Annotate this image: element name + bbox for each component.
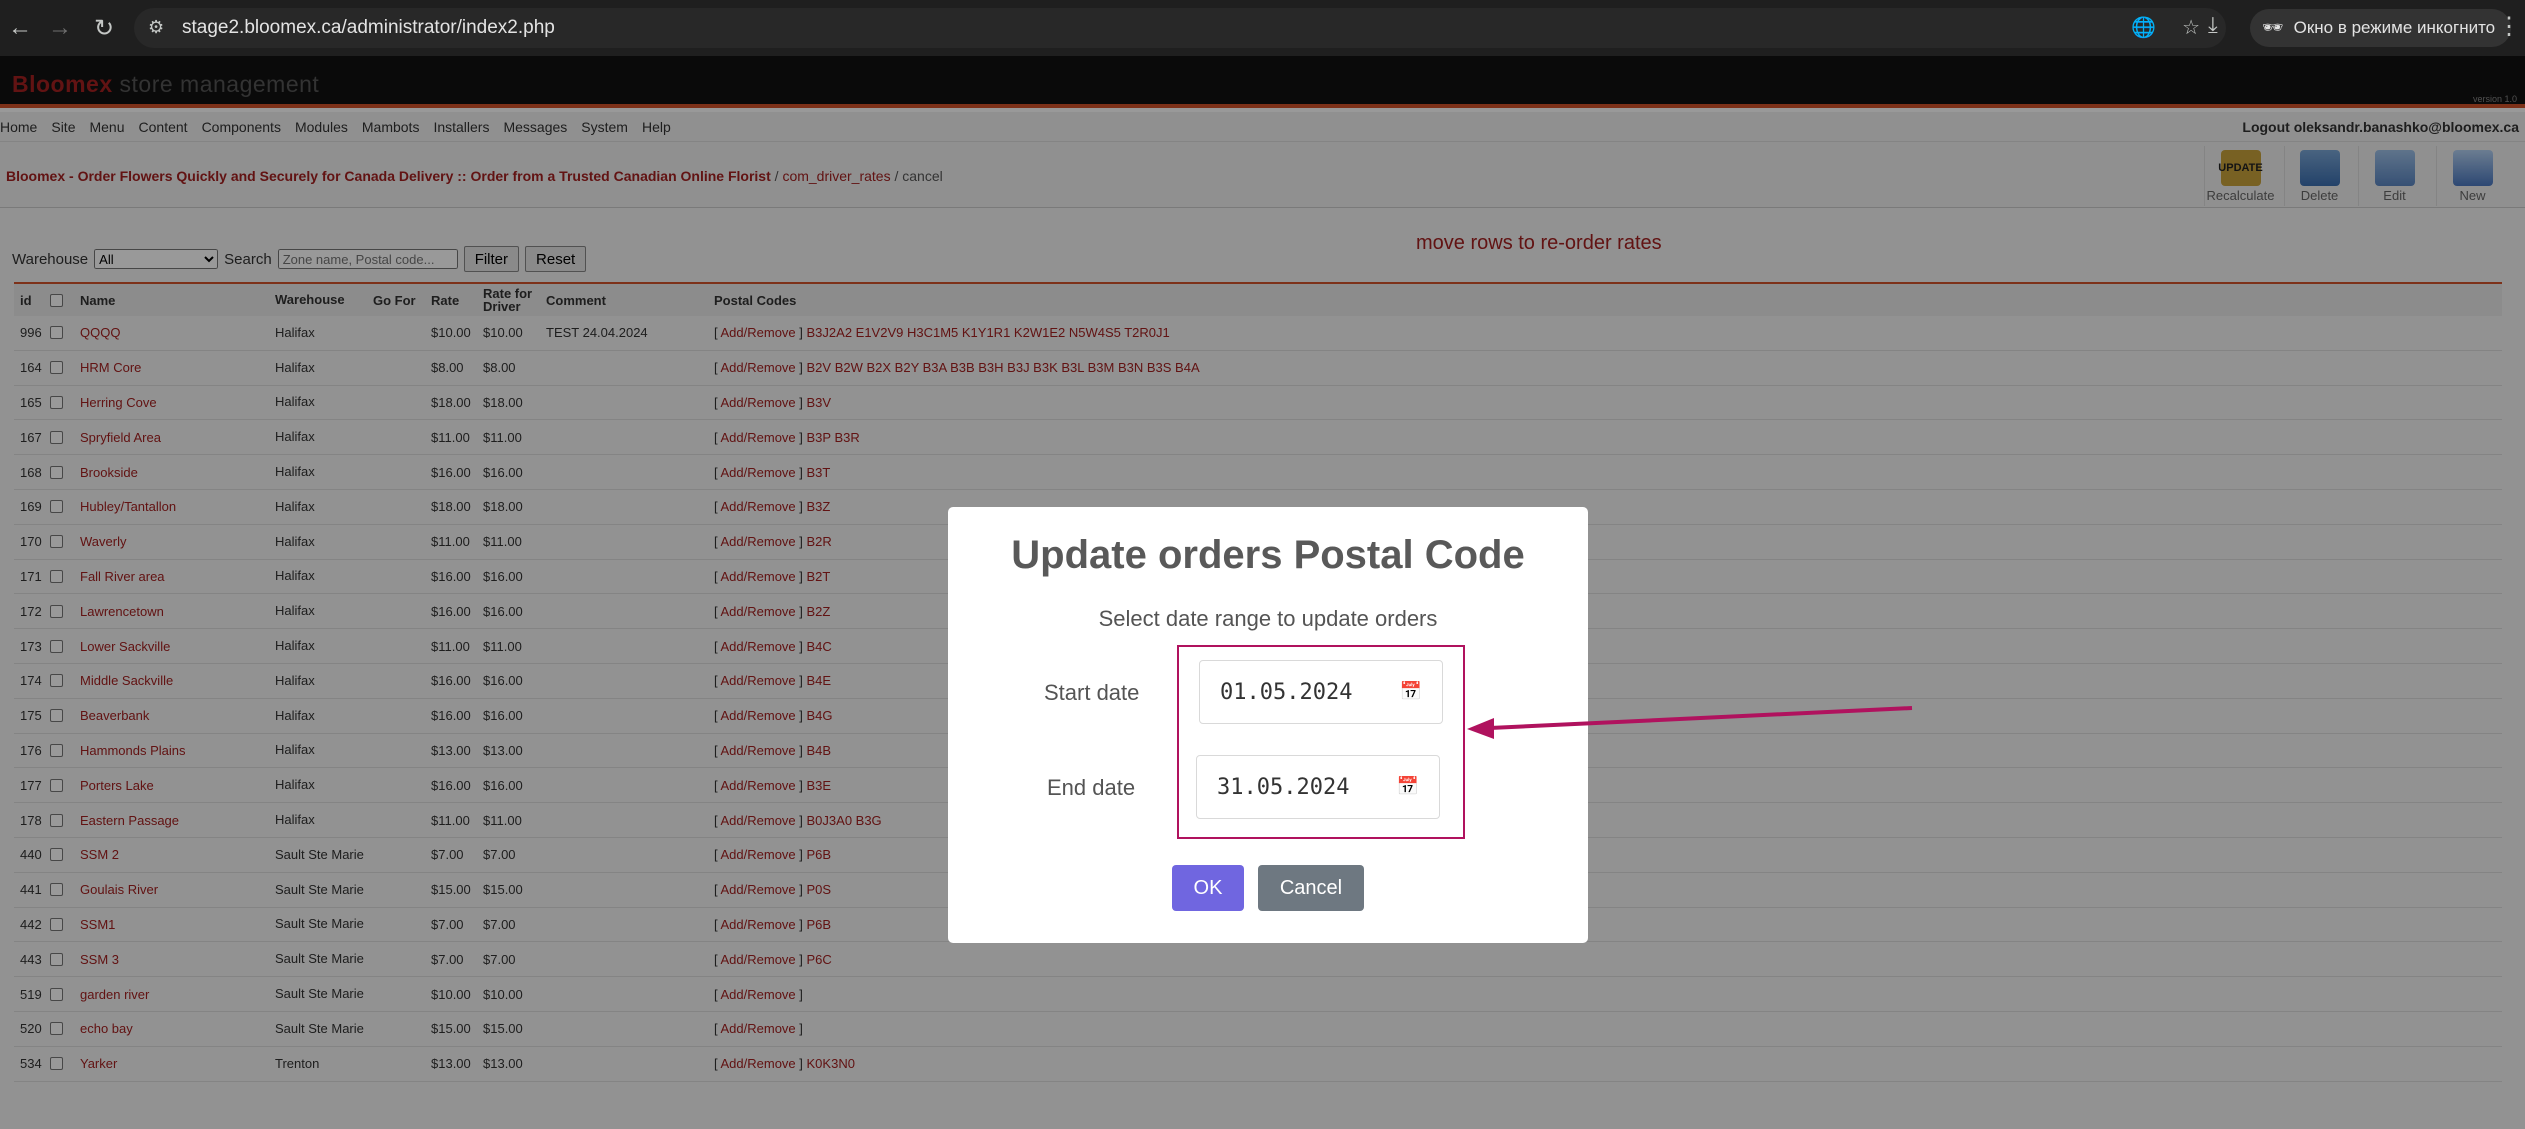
annotation-arrow <box>1467 706 1913 739</box>
arrow-line <box>1489 706 1913 730</box>
arrow-head <box>1467 718 1494 739</box>
